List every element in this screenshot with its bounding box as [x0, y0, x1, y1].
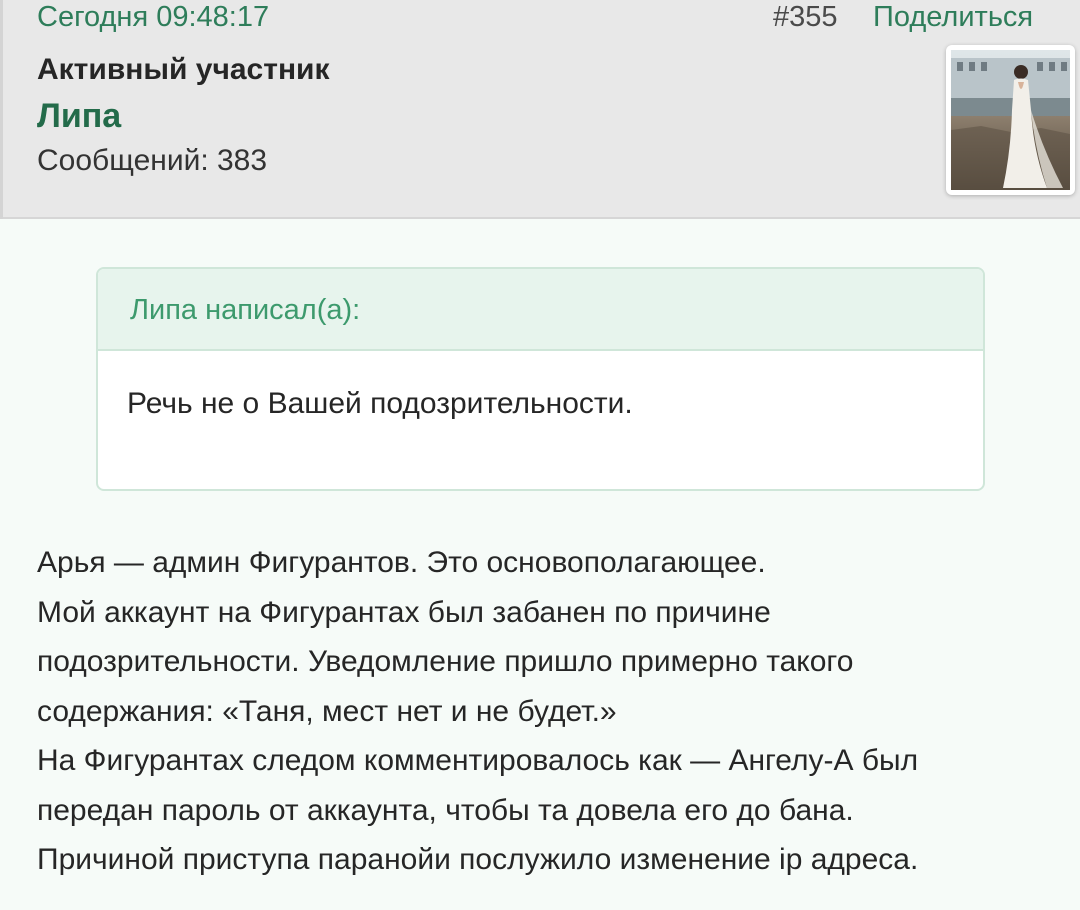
post-timestamp[interactable]: Сегодня 09:48:17: [37, 0, 269, 34]
post-line: Мой аккаунт на Фигурантах был забанен по…: [37, 595, 771, 629]
post-line: Арья — админ Фигурантов. Это основополаг…: [37, 546, 766, 579]
quote-header: Липа написал(а):: [98, 269, 983, 351]
post-number-link[interactable]: #355: [773, 0, 838, 34]
quote-author-link[interactable]: Липа написал(а):: [130, 293, 360, 327]
post-body: Арья — админ Фигурантов. Это основополаг…: [37, 538, 1047, 885]
avatar-photo: [951, 50, 1070, 190]
post-header-accent: [0, 0, 3, 219]
post-header: Сегодня 09:48:17 #355 Поделиться Активны…: [0, 0, 1080, 219]
post-line: На Фигурантах следом комментировалось ка…: [37, 744, 919, 777]
quote-box: Липа написал(а): Речь не о Вашей подозри…: [96, 267, 985, 491]
post-line: подозрительности. Уведомление пришло при…: [37, 645, 854, 678]
avatar[interactable]: [946, 45, 1075, 195]
post-line: Причиной приступа паранойи послужило изм…: [37, 843, 919, 876]
user-title: Активный участник: [37, 53, 330, 86]
username-link[interactable]: Липа: [37, 97, 121, 135]
post-line: передан пароль от аккаунта, чтобы та дов…: [37, 793, 854, 827]
message-count: Сообщений: 383: [37, 144, 268, 177]
quote-text: Речь не о Вашей подозрительности.: [127, 387, 633, 420]
share-link[interactable]: Поделиться: [873, 0, 1033, 34]
post-line: содержания: «Таня, мест нет и не будет.»: [37, 694, 617, 728]
